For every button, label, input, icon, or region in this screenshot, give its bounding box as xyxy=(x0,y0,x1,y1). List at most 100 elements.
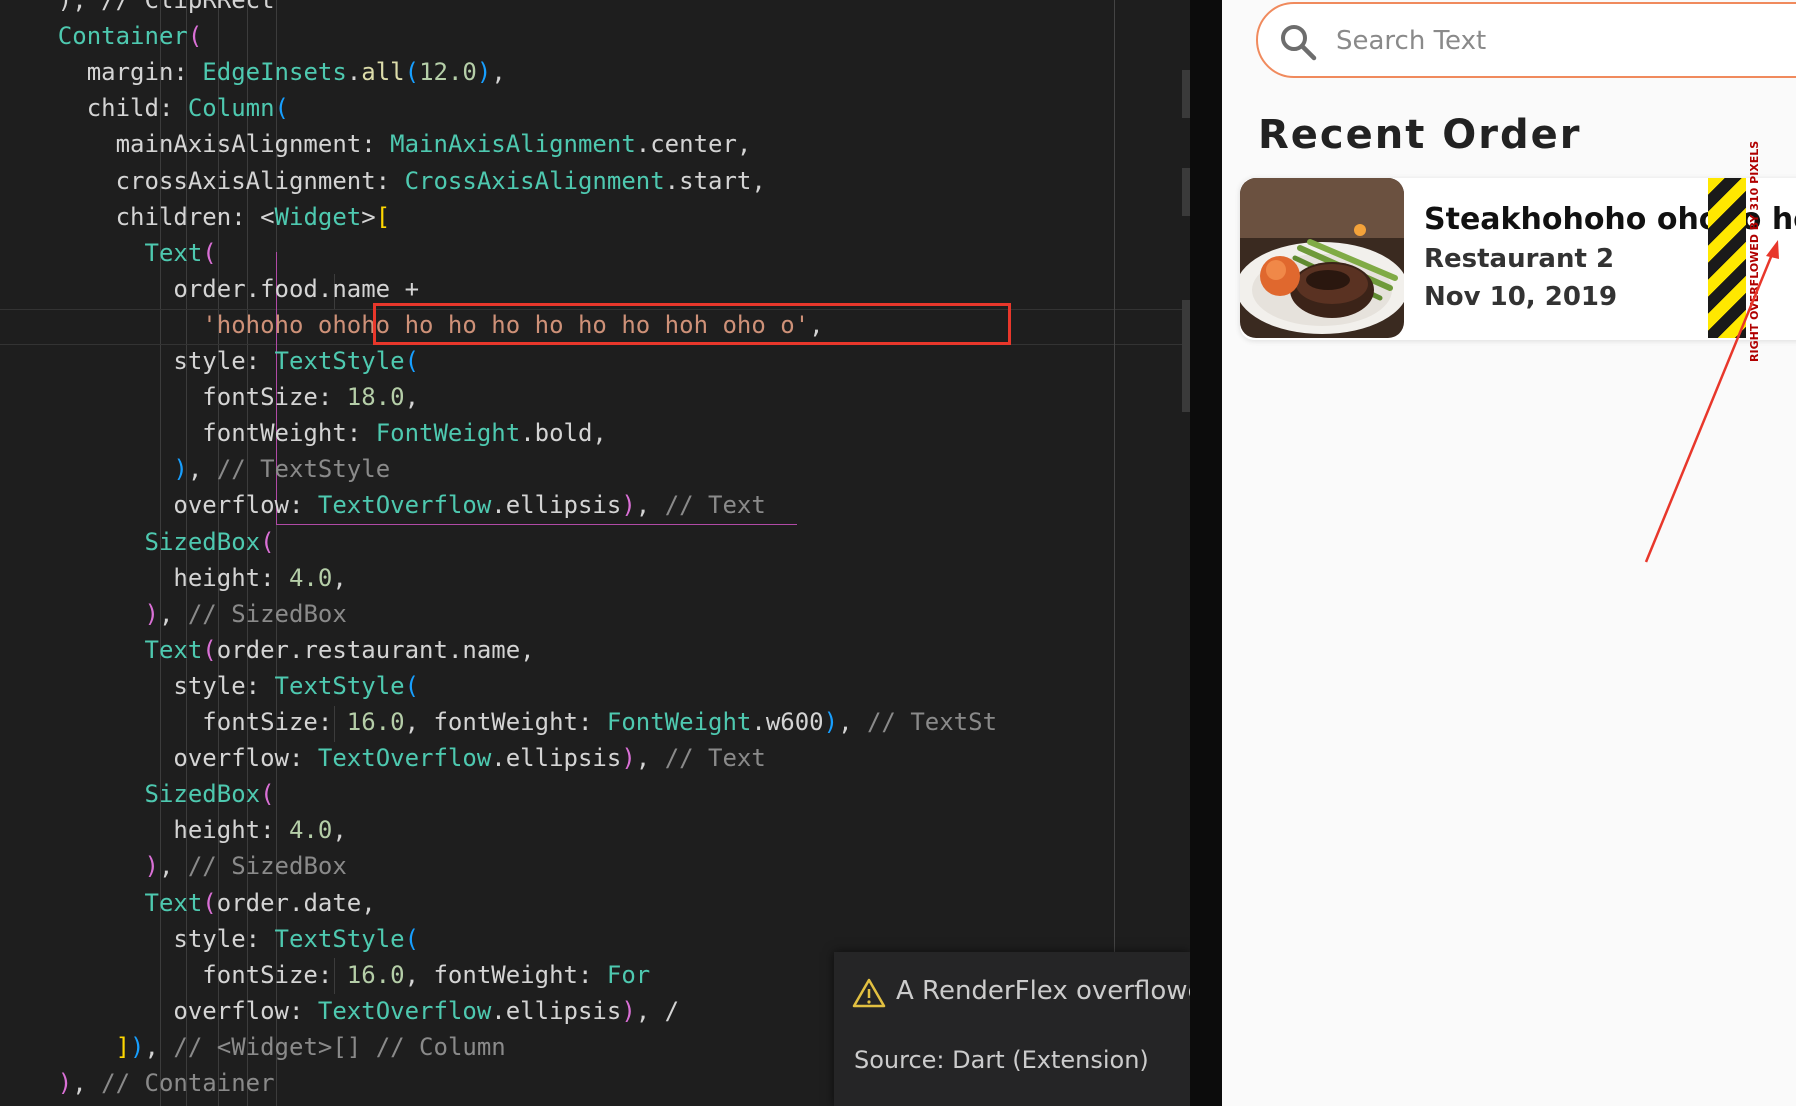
code-token: [ xyxy=(375,202,391,231)
code-line: ), // SizedBox xyxy=(0,848,347,884)
scrollbar-thumb[interactable] xyxy=(1182,300,1190,412)
code-line: mainAxisAlignment: MainAxisAlignment.cen… xyxy=(0,126,752,162)
code-token: fontWeight: xyxy=(0,419,376,448)
code-token: EdgeInsets xyxy=(202,58,347,87)
code-line: overflow: TextOverflow.ellipsis), // Tex… xyxy=(0,487,765,523)
code-editor[interactable]: ), // ClipRRect Container( margin: EdgeI… xyxy=(0,0,1190,1106)
code-token: mainAxisAlignment: xyxy=(0,130,391,159)
code-token: SizedBox xyxy=(0,780,261,809)
code-token: , xyxy=(158,852,188,881)
code-token: .ellipsis xyxy=(491,996,622,1025)
code-token: child: xyxy=(0,94,188,123)
code-token: TextStyle xyxy=(274,671,405,700)
code-token: , fontWeight: xyxy=(404,960,607,989)
code-token: .ellipsis xyxy=(491,491,622,520)
code-token: .start, xyxy=(664,166,766,195)
code-token: For xyxy=(606,960,651,989)
code-line: Text(order.date, xyxy=(0,885,376,921)
code-line: fontSize: 18.0, xyxy=(0,379,419,415)
code-token: , xyxy=(404,383,420,412)
code-token: order.food.name + xyxy=(0,274,420,303)
code-line: ), // ClipRRect xyxy=(0,0,275,18)
code-token: TextOverflow xyxy=(317,491,492,520)
code-token: , fontWeight: xyxy=(404,708,607,736)
code-token: Container xyxy=(0,22,188,51)
warning-icon xyxy=(852,978,886,1008)
code-token: > xyxy=(361,202,376,231)
code-line: Text( xyxy=(0,235,217,271)
code-line: child: Column( xyxy=(0,90,289,126)
code-token: ( xyxy=(202,238,217,267)
code-line: ), // TextStyle xyxy=(0,451,390,487)
code-token: 4.0 xyxy=(288,816,333,845)
code-token: children: < xyxy=(0,202,275,231)
annotation-arrow xyxy=(1644,240,1779,563)
code-token: , xyxy=(332,816,347,845)
code-line: style: TextStyle( xyxy=(0,921,419,957)
code-token: height: xyxy=(0,816,289,845)
code-token: 16.0 xyxy=(346,708,405,736)
code-token: ( xyxy=(404,58,420,87)
code-token: overflow: xyxy=(0,491,318,520)
code-token: TextOverflow xyxy=(317,744,492,773)
code-token: , xyxy=(158,599,188,628)
code-line: style: TextStyle( xyxy=(0,343,419,379)
code-token: // <Widget>[] // Column xyxy=(173,1032,506,1061)
code-token: style: xyxy=(0,671,275,700)
code-token: style: xyxy=(0,924,275,953)
code-token: TextStyle xyxy=(274,924,405,953)
code-token: overflow: xyxy=(0,996,318,1025)
code-token: // SizedBox xyxy=(187,599,347,628)
code-token: , xyxy=(491,58,506,87)
app-preview: Search Text Recent Order Steakhohoho oho… xyxy=(1222,0,1796,1106)
code-token: ) xyxy=(823,708,839,736)
code-token: . xyxy=(346,58,362,87)
code-token: ) xyxy=(0,599,159,628)
code-token: ) xyxy=(0,455,188,484)
scrollbar-marker[interactable] xyxy=(1182,168,1190,216)
code-token: ) xyxy=(621,996,636,1025)
code-token: , xyxy=(332,563,347,592)
code-token: margin: xyxy=(0,58,203,87)
code-token: ( xyxy=(187,22,203,51)
code-token: ) xyxy=(621,491,636,520)
notification-toast[interactable]: A RenderFlex overflowed Source: Dart (Ex… xyxy=(834,952,1190,1106)
notification-source: Source: Dart (Extension) xyxy=(854,1046,1149,1074)
code-token: order.date, xyxy=(216,888,376,917)
scrollbar-marker[interactable] xyxy=(1182,70,1190,118)
code-token: 18.0 xyxy=(346,383,405,412)
code-token: .ellipsis xyxy=(491,744,622,773)
code-line: ), // Container xyxy=(0,1065,275,1101)
editor-ruler xyxy=(1114,0,1115,1106)
code-token: , xyxy=(635,491,665,520)
code-line: overflow: TextOverflow.ellipsis), / xyxy=(0,993,679,1029)
code-token: 4.0 xyxy=(288,563,333,592)
code-line: fontSize: 16.0, fontWeight: FontWeight.w… xyxy=(0,704,997,740)
code-token: ( xyxy=(404,924,420,953)
code-token: height: xyxy=(0,563,289,592)
code-token: FontWeight xyxy=(606,708,752,736)
code-token: TextOverflow xyxy=(317,996,492,1025)
code-token: .center, xyxy=(635,130,752,159)
code-token: , xyxy=(72,1069,102,1097)
code-line: style: TextStyle( xyxy=(0,668,419,704)
code-token: style: xyxy=(0,347,275,375)
code-token: // Container xyxy=(101,1069,275,1097)
code-token: Column xyxy=(187,94,275,123)
code-token: overflow: xyxy=(0,744,318,773)
code-token: ] xyxy=(0,1032,131,1061)
code-token: Text xyxy=(0,238,203,267)
code-token: , xyxy=(838,708,867,736)
code-token: crossAxisAlignment: xyxy=(0,166,405,195)
code-line: fontSize: 16.0, fontWeight: For xyxy=(0,957,650,993)
code-token: ( xyxy=(202,888,217,917)
code-line: Container( xyxy=(0,18,203,54)
code-token: ) xyxy=(476,58,492,87)
code-line: Text(order.restaurant.name, xyxy=(0,632,534,668)
code-token: fontSize: xyxy=(0,383,347,412)
code-token: // SizedBox xyxy=(187,852,347,881)
code-line: crossAxisAlignment: CrossAxisAlignment.s… xyxy=(0,163,766,199)
code-token: // Text xyxy=(664,744,766,773)
code-token: ) xyxy=(0,1069,73,1097)
code-token: TextStyle xyxy=(274,347,405,375)
